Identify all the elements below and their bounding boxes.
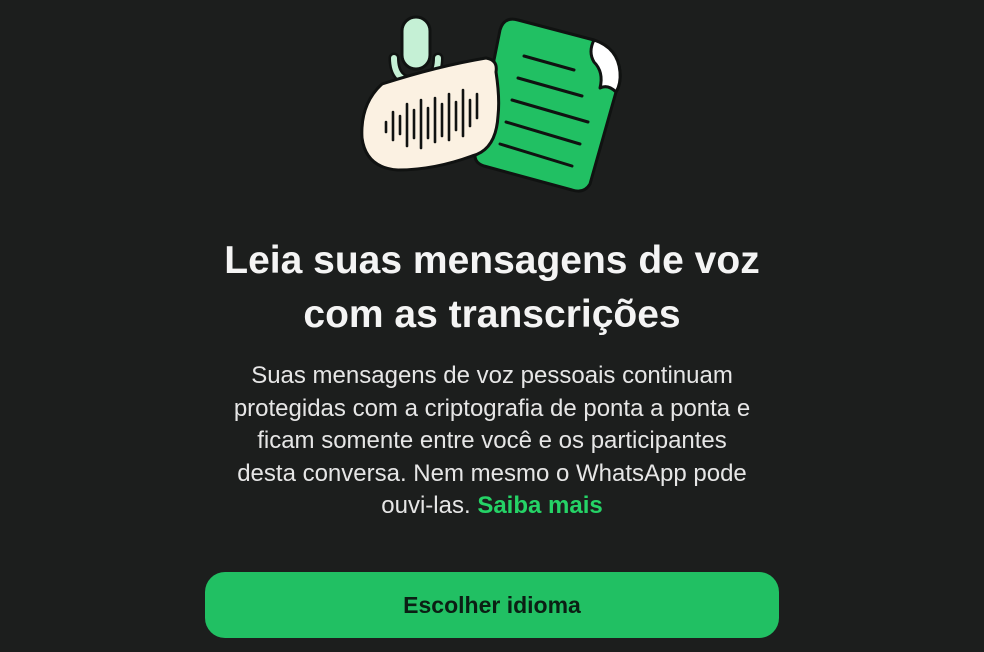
description-last-line: ouvi-las. Saiba mais bbox=[0, 490, 984, 523]
description-line: ficam somente entre você e os participan… bbox=[257, 427, 727, 454]
privacy-description: Suas mensagens de voz pessoais continuam… bbox=[0, 360, 984, 523]
description-last-line-text: ouvi-las. bbox=[381, 492, 471, 519]
voice-transcription-illustration bbox=[352, 10, 632, 200]
description-line: desta conversa. Nem mesmo o WhatsApp pod… bbox=[237, 459, 747, 487]
learn-more-link[interactable]: Saiba mais bbox=[477, 492, 602, 519]
description-line: Suas mensagens de voz pessoais continuam bbox=[251, 362, 733, 389]
title-line-2: com as transcrições bbox=[303, 293, 681, 336]
description-line: protegidas com a criptografia de ponta a… bbox=[233, 394, 751, 422]
voice-bubble-icon bbox=[360, 56, 501, 172]
choose-language-button[interactable]: Escolher idioma bbox=[205, 572, 779, 638]
page-title: Leia suas mensagens de voz com as transc… bbox=[0, 234, 984, 342]
title-line-1: Leia suas mensagens de voz bbox=[224, 239, 760, 282]
